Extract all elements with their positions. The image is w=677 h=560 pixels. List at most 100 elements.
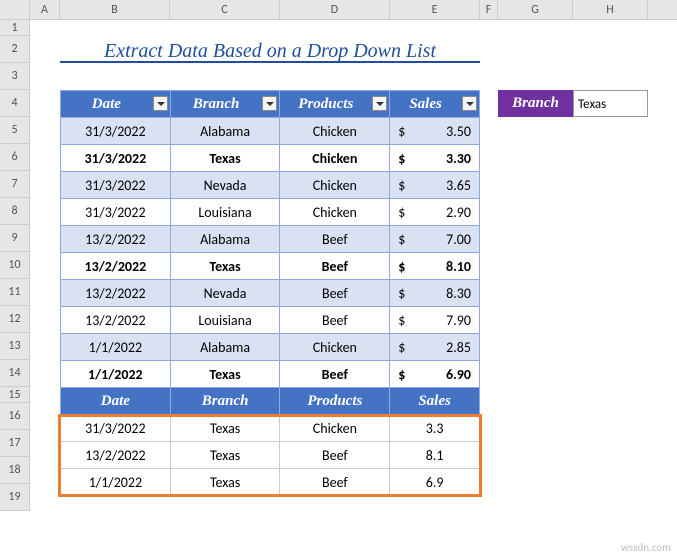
row-header-16[interactable]: 16 [0, 403, 29, 430]
row-header-15[interactable]: 15 [0, 387, 29, 403]
cell-date[interactable]: 31/3/2022 [61, 415, 171, 442]
row-header-3[interactable]: 3 [0, 63, 29, 90]
cell-date[interactable]: 1/1/2022 [61, 334, 171, 361]
cell-branch[interactable]: Texas [170, 469, 280, 496]
cell-sales[interactable]: $7.00 [390, 226, 480, 253]
cell-products[interactable]: Chicken [280, 118, 390, 145]
lookup-dropdown-cell[interactable]: Texas [573, 90, 648, 117]
row-header-10[interactable]: 10 [0, 252, 29, 279]
table-row[interactable]: 31/3/2022AlabamaChicken$3.50 [61, 118, 480, 145]
cell-products[interactable]: Chicken [280, 145, 390, 172]
header-branch[interactable]: Branch [170, 91, 280, 118]
cell-sales[interactable]: $6.90 [390, 361, 480, 388]
row-header-14[interactable]: 14 [0, 360, 29, 387]
cell-sales[interactable]: $8.30 [390, 280, 480, 307]
cell-branch[interactable]: Nevada [170, 172, 280, 199]
col-header-C[interactable]: C [170, 0, 280, 19]
select-all-corner[interactable] [0, 0, 30, 19]
col-header-B[interactable]: B [60, 0, 170, 19]
header-products[interactable]: Products [280, 91, 390, 118]
table-row[interactable]: 31/3/2022LouisianaChicken$2.90 [61, 199, 480, 226]
col-header-E[interactable]: E [390, 0, 480, 19]
cell-branch[interactable]: Texas [170, 361, 280, 388]
col-header-G[interactable]: G [498, 0, 573, 19]
table-row[interactable]: 1/1/2022AlabamaChicken$2.85 [61, 334, 480, 361]
cell-branch[interactable]: Texas [170, 415, 280, 442]
cell-date[interactable]: 1/1/2022 [61, 469, 171, 496]
cell-products[interactable]: Beef [280, 307, 390, 334]
cell-branch[interactable]: Alabama [170, 334, 280, 361]
col-header-H[interactable]: H [573, 0, 648, 19]
cell-sales[interactable]: 8.1 [390, 442, 480, 469]
cell-products[interactable]: Beef [280, 280, 390, 307]
table-row[interactable]: 31/3/2022NevadaChicken$3.65 [61, 172, 480, 199]
cell-sales[interactable]: $8.10 [390, 253, 480, 280]
header-sales[interactable]: Sales [390, 91, 480, 118]
row-header-13[interactable]: 13 [0, 333, 29, 360]
cell-sales[interactable]: $7.90 [390, 307, 480, 334]
cell-branch[interactable]: Alabama [170, 118, 280, 145]
cell-sales[interactable]: $3.65 [390, 172, 480, 199]
cell-products[interactable]: Beef [280, 253, 390, 280]
table-row[interactable]: 13/2/2022LouisianaBeef$7.90 [61, 307, 480, 334]
col-header-A[interactable]: A [30, 0, 60, 19]
row-header-1[interactable]: 1 [0, 20, 29, 36]
cell-branch[interactable]: Texas [170, 253, 280, 280]
row-header-2[interactable]: 2 [0, 36, 29, 63]
cell-date[interactable]: 13/2/2022 [61, 307, 171, 334]
cell-branch[interactable]: Alabama [170, 226, 280, 253]
cell-date[interactable]: 31/3/2022 [61, 172, 171, 199]
cell-branch[interactable]: Texas [170, 145, 280, 172]
cell-date[interactable]: 13/2/2022 [61, 253, 171, 280]
table-row[interactable]: 1/1/2022TexasBeef6.9 [61, 469, 480, 496]
header-date[interactable]: Date [61, 91, 171, 118]
cell-sales[interactable]: $2.85 [390, 334, 480, 361]
cell-sales[interactable]: $2.90 [390, 199, 480, 226]
filter-button-date[interactable] [153, 96, 168, 111]
row-header-5[interactable]: 5 [0, 117, 29, 144]
filter-button-branch[interactable] [262, 96, 277, 111]
cell-branch[interactable]: Texas [170, 442, 280, 469]
cell-products[interactable]: Chicken [280, 199, 390, 226]
cell-products[interactable]: Chicken [280, 172, 390, 199]
cell-branch[interactable]: Louisiana [170, 199, 280, 226]
row-header-18[interactable]: 18 [0, 457, 29, 484]
row-header-19[interactable]: 19 [0, 484, 29, 511]
cell-sales[interactable]: 3.3 [390, 415, 480, 442]
cell-date[interactable]: 1/1/2022 [61, 361, 171, 388]
table-row[interactable]: 13/2/2022TexasBeef$8.10 [61, 253, 480, 280]
cell-date[interactable]: 31/3/2022 [61, 145, 171, 172]
cell-sales[interactable]: 6.9 [390, 469, 480, 496]
table-row[interactable]: 13/2/2022TexasBeef8.1 [61, 442, 480, 469]
cell-branch[interactable]: Louisiana [170, 307, 280, 334]
row-header-8[interactable]: 8 [0, 198, 29, 225]
col-header-F[interactable]: F [480, 0, 498, 19]
cell-products[interactable]: Beef [280, 361, 390, 388]
table-row[interactable]: 31/3/2022TexasChicken$3.30 [61, 145, 480, 172]
row-header-4[interactable]: 4 [0, 90, 29, 117]
table-row[interactable]: 13/2/2022AlabamaBeef$7.00 [61, 226, 480, 253]
cell-date[interactable]: 13/2/2022 [61, 226, 171, 253]
cell-products[interactable]: Chicken [280, 415, 390, 442]
row-header-7[interactable]: 7 [0, 171, 29, 198]
cell-products[interactable]: Beef [280, 226, 390, 253]
cell-branch[interactable]: Nevada [170, 280, 280, 307]
cell-products[interactable]: Beef [280, 442, 390, 469]
sheet-area[interactable]: Extract Data Based on a Drop Down List D… [30, 20, 677, 511]
table-row[interactable]: 13/2/2022NevadaBeef$8.30 [61, 280, 480, 307]
table-row[interactable]: 31/3/2022TexasChicken3.3 [61, 415, 480, 442]
row-header-9[interactable]: 9 [0, 225, 29, 252]
row-header-17[interactable]: 17 [0, 430, 29, 457]
cell-sales[interactable]: $3.50 [390, 118, 480, 145]
row-header-11[interactable]: 11 [0, 279, 29, 306]
row-header-12[interactable]: 12 [0, 306, 29, 333]
cell-date[interactable]: 31/3/2022 [61, 118, 171, 145]
cell-date[interactable]: 13/2/2022 [61, 280, 171, 307]
filter-button-products[interactable] [372, 96, 387, 111]
cell-date[interactable]: 13/2/2022 [61, 442, 171, 469]
cell-sales[interactable]: $3.30 [390, 145, 480, 172]
col-header-D[interactable]: D [280, 0, 390, 19]
filter-button-sales[interactable] [462, 96, 477, 111]
cell-products[interactable]: Chicken [280, 334, 390, 361]
table-row[interactable]: 1/1/2022TexasBeef$6.90 [61, 361, 480, 388]
